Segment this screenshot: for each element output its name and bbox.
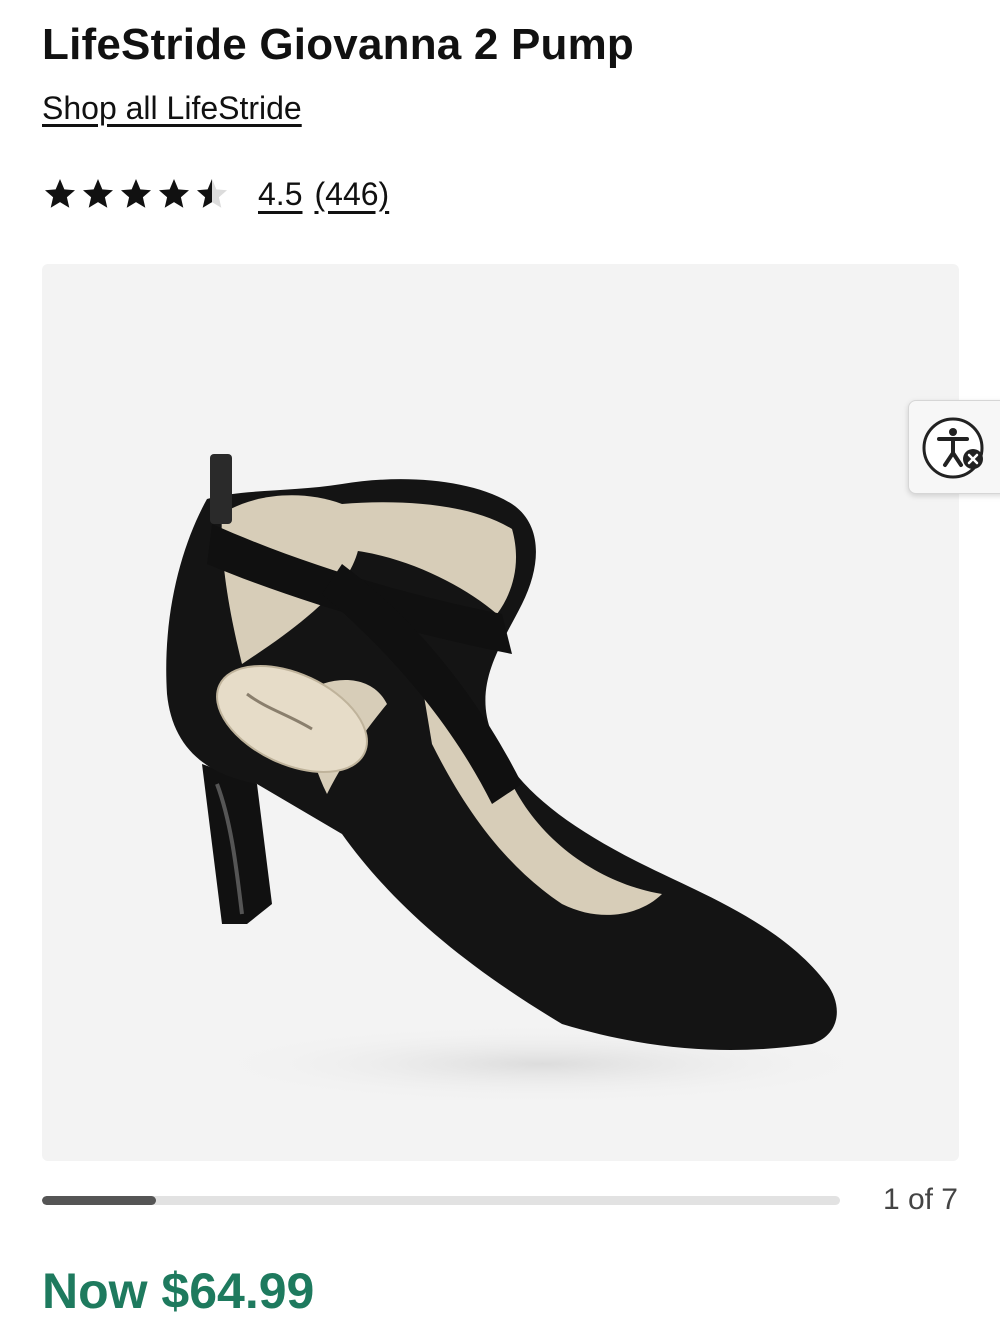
product-image-gallery[interactable] — [42, 264, 959, 1161]
shop-all-brand-link[interactable]: Shop all LifeStride — [42, 90, 302, 127]
accessibility-button[interactable] — [908, 400, 1000, 494]
star-icon — [45, 179, 75, 208]
gallery-progress-fill — [42, 1196, 157, 1205]
gallery-counter: 1 of 7 — [882, 1183, 958, 1216]
star-icon — [121, 179, 151, 208]
product-title: LifeStride Giovanna 2 Pump — [42, 20, 634, 69]
review-count[interactable]: (446) — [314, 176, 389, 213]
half-star-icon — [197, 179, 227, 208]
star-rating — [42, 176, 230, 212]
rating-row[interactable]: 4.5 (446) — [42, 170, 389, 218]
sale-price: Now $64.99 — [42, 1263, 315, 1319]
star-icon — [83, 179, 113, 208]
star-icon — [159, 179, 189, 208]
gallery-progress-track — [42, 1196, 840, 1205]
rating-summary[interactable]: 4.5 (446) — [258, 176, 389, 213]
rating-value[interactable]: 4.5 — [258, 176, 302, 213]
black-suede-pump-photo — [166, 454, 882, 1104]
accessibility-icon — [922, 417, 984, 479]
